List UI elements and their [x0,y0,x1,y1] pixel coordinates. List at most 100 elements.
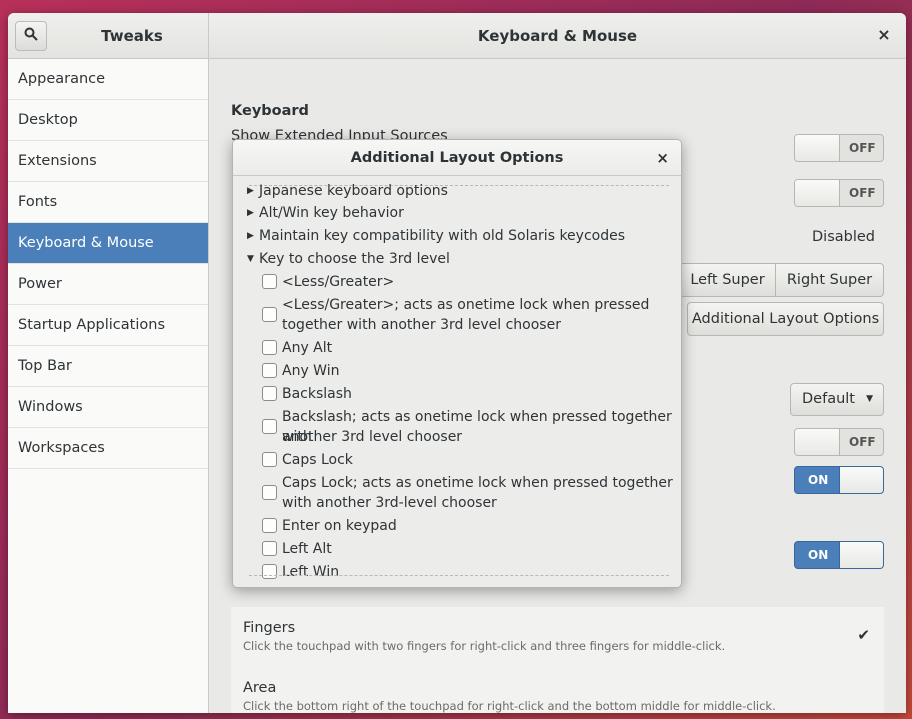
option-enter-keypad[interactable]: Enter on keypad [233,516,681,536]
sidebar-item-extensions[interactable]: Extensions [8,141,208,182]
checkbox[interactable] [262,363,277,378]
right-super-button[interactable]: Right Super [775,263,884,297]
checkbox[interactable] [262,541,277,556]
sidebar-item-power[interactable]: Power [8,264,208,305]
checkbox[interactable] [262,419,277,434]
checkbox[interactable] [262,340,277,355]
option-caps-lock-onetime[interactable]: Caps Lock; acts as onetime lock when pre… [233,473,681,513]
option-label: Left Alt [282,541,332,557]
dialog-title: Additional Layout Options [350,150,564,166]
additional-layout-options-dialog: Additional Layout Options × ▶ Japanese k… [232,139,682,588]
sidebar-item-startup-applications[interactable]: Startup Applications [8,305,208,346]
checkbox[interactable] [262,452,277,467]
checkmark-icon: ✔ [857,626,870,644]
mouse-switch-two[interactable]: ON [794,466,884,494]
scroll-edge-bottom [249,575,669,576]
option-any-win[interactable]: Any Win [233,361,681,381]
keyboard-heading: Keyboard [231,103,309,119]
show-extended-input-switch[interactable]: OFF [794,134,884,162]
switch-state: OFF [849,141,876,155]
expander-right-icon: ▶ [247,186,254,196]
switch-state: OFF [849,186,876,200]
option-less-greater[interactable]: <Less/Greater> [233,272,681,292]
sidebar-item-windows[interactable]: Windows [8,387,208,428]
dialog-titlebar: Additional Layout Options × [233,140,681,176]
fingers-description: Click the touchpad with two fingers for … [243,639,726,653]
expander-right-icon: ▶ [247,208,254,218]
touch-click-area-option[interactable]: Area Click the bottom right of the touch… [231,667,884,713]
checkbox[interactable] [262,485,277,500]
option-label-cont: another 3rd level chooser [282,429,463,445]
option-label: <Less/Greater> [282,274,395,290]
checkbox[interactable] [262,307,277,322]
option-less-greater-onetime[interactable]: <Less/Greater>; acts as onetime lock whe… [233,295,681,335]
group-label: Key to choose the 3rd level [259,251,450,267]
option-label: Any Alt [282,340,333,356]
option-backslash[interactable]: Backslash [233,384,681,404]
option-any-alt[interactable]: Any Alt [233,338,681,358]
option-label: Caps Lock [282,452,353,468]
status-text: Disabled [812,229,875,245]
tree-group-3rd-level[interactable]: ▼ Key to choose the 3rd level [233,249,681,269]
touchpad-switch[interactable]: ON [794,541,884,569]
sidebar-item-keyboard-mouse[interactable]: Keyboard & Mouse [8,223,208,264]
option-label: Enter on keypad [282,518,397,534]
switch-state: ON [808,473,829,487]
area-description: Click the bottom right of the touchpad f… [243,699,776,713]
expander-down-icon: ▼ [247,254,254,264]
sidebar-item-workspaces[interactable]: Workspaces [8,428,208,469]
option-label-cont: together with another 3rd level chooser [282,317,561,333]
window-close-button[interactable]: × [874,25,894,45]
option-label: Left Win [282,564,340,580]
option-label: Any Win [282,363,340,379]
option-label: <Less/Greater>; acts as onetime lock whe… [282,297,650,313]
option-label: Caps Lock; acts as onetime lock when pre… [282,475,673,491]
switch-knob [795,135,840,161]
touch-click-fingers-option[interactable]: Fingers Click the touchpad with two fing… [231,607,884,667]
sidebar-item-appearance[interactable]: Appearance [8,59,208,100]
dropdown-value: Default [802,391,855,407]
switch-input-sources-switch[interactable]: OFF [794,179,884,207]
option-left-alt[interactable]: Left Alt [233,539,681,559]
chevron-down-icon: ▼ [866,394,873,404]
checkbox[interactable] [262,518,277,533]
expander-right-icon: ▶ [247,231,254,241]
option-label-cont: with another 3rd-level chooser [282,495,497,511]
group-label: Japanese keyboard options [259,183,448,199]
tree-group-japanese[interactable]: ▶ Japanese keyboard options [233,181,681,201]
sidebar-item-fonts[interactable]: Fonts [8,182,208,223]
checkbox[interactable] [262,386,277,401]
switch-knob [795,180,840,206]
area-title: Area [243,680,277,696]
switch-knob [795,429,840,455]
switch-knob [839,467,883,493]
sidebar: Appearance Desktop Extensions Fonts Keyb… [8,59,208,713]
tree-group-alt-win[interactable]: ▶ Alt/Win key behavior [233,203,681,223]
option-label: Backslash [282,386,352,402]
left-super-button[interactable]: Left Super [679,263,776,297]
option-backslash-onetime[interactable]: Backslash; acts as onetime lock when pre… [233,407,681,447]
option-caps-lock[interactable]: Caps Lock [233,450,681,470]
search-button[interactable] [15,21,47,51]
additional-layout-options-button[interactable]: Additional Layout Options [687,302,884,336]
checkbox[interactable] [262,274,277,289]
titlebar: Tweaks Keyboard & Mouse × [8,13,906,59]
sidebar-item-desktop[interactable]: Desktop [8,100,208,141]
tree-group-solaris[interactable]: ▶ Maintain key compatibility with old So… [233,226,681,246]
layout-options-tree[interactable]: ▶ Japanese keyboard options ▶ Alt/Win ke… [233,177,681,587]
group-label: Maintain key compatibility with old Sola… [259,228,626,244]
fingers-title: Fingers [243,620,296,636]
group-label: Alt/Win key behavior [259,205,404,221]
checkbox[interactable] [262,564,277,579]
default-dropdown[interactable]: Default ▼ [790,383,884,416]
mouse-switch-one[interactable]: OFF [794,428,884,456]
app-title: Tweaks [101,27,163,45]
switch-state: ON [808,548,829,562]
sidebar-item-top-bar[interactable]: Top Bar [8,346,208,387]
switch-state: OFF [849,435,876,449]
switch-knob [839,542,883,568]
search-icon [24,27,38,45]
page-title: Keyboard & Mouse [477,27,638,45]
dialog-close-button[interactable]: × [656,140,669,176]
option-left-win[interactable]: Left Win [233,562,681,582]
